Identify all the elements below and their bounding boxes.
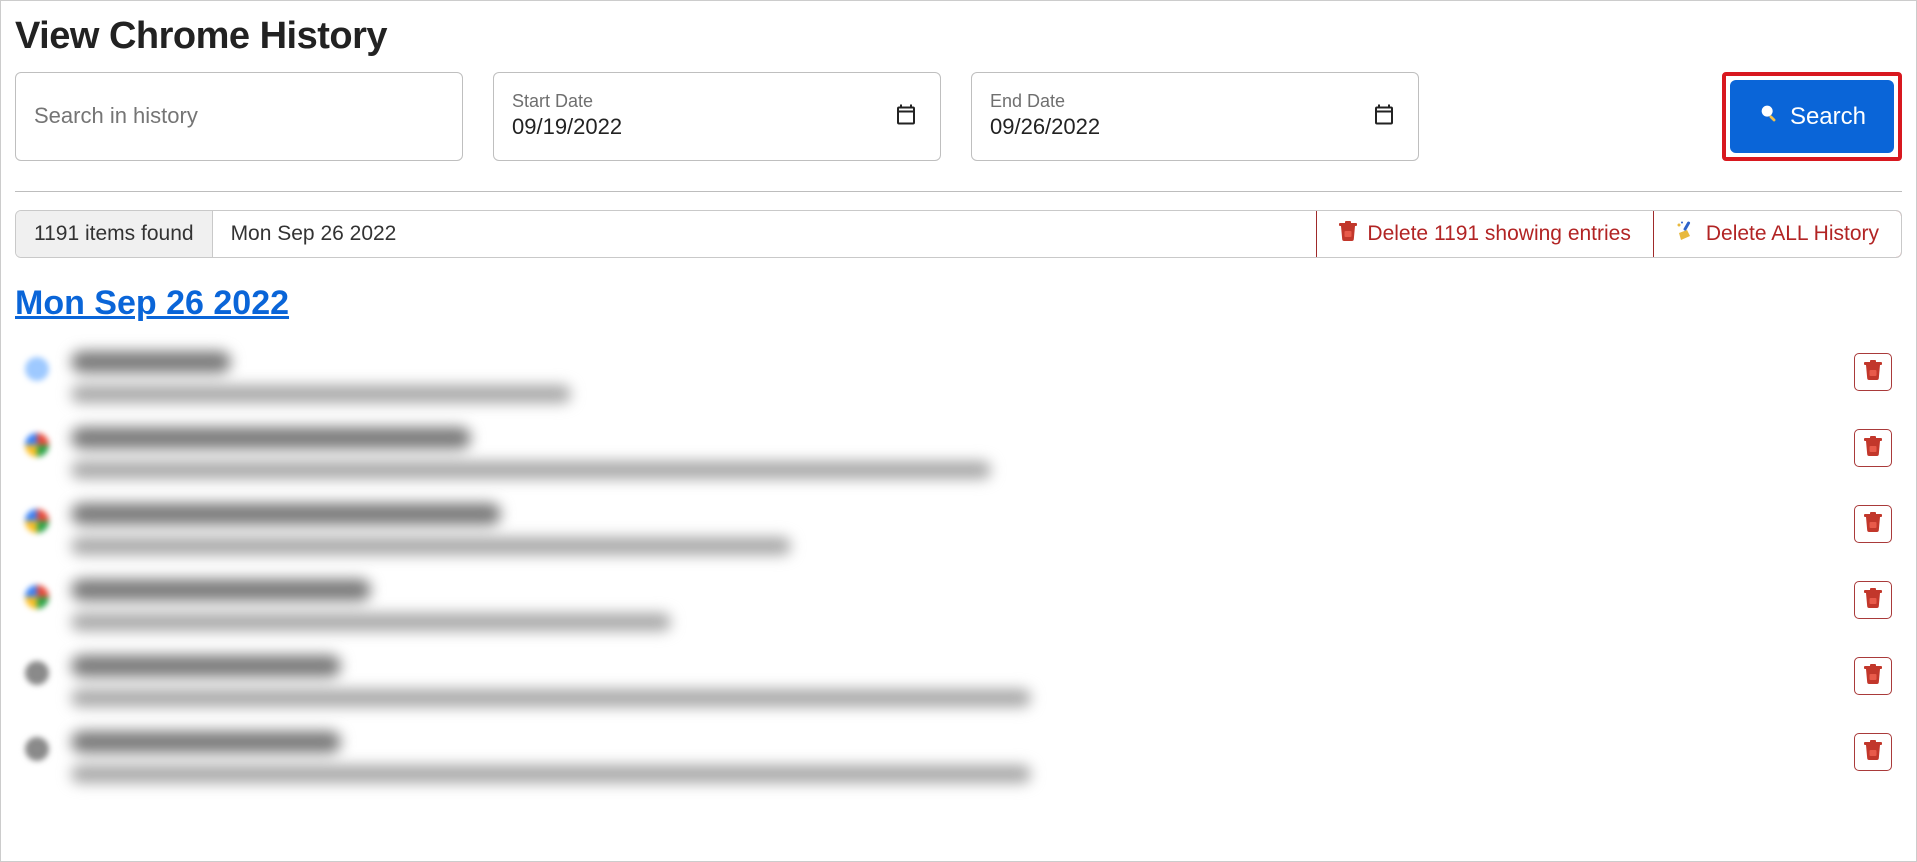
delete-item-button[interactable] [1854,353,1892,391]
favicon [25,661,49,685]
history-item-title [71,503,501,525]
end-date-value: 09/26/2022 [990,114,1400,140]
delete-item-button[interactable] [1854,657,1892,695]
trash-icon [1864,360,1882,385]
history-item[interactable] [15,721,1902,797]
history-item-text [71,731,1898,783]
history-item[interactable] [15,569,1902,645]
page-title: View Chrome History [15,15,1902,58]
history-item-title [71,655,341,677]
search-button-highlight: Search [1722,72,1902,161]
broom-icon [1676,221,1696,247]
divider [15,191,1902,192]
search-input-box[interactable] [15,72,463,161]
current-date-text: Mon Sep 26 2022 [213,211,1317,257]
delete-all-label: Delete ALL History [1706,222,1879,246]
info-bar: 1191 items found Mon Sep 26 2022 Delete … [15,210,1902,258]
start-date-field[interactable]: Start Date 09/19/2022 [493,72,941,161]
delete-all-button[interactable]: Delete ALL History [1653,210,1902,258]
favicon [25,737,49,761]
history-item[interactable] [15,493,1902,569]
history-item-title [71,427,471,449]
items-found-badge: 1191 items found [16,211,213,257]
delete-item-button[interactable] [1854,733,1892,771]
search-button[interactable]: Search [1730,80,1894,153]
search-button-label: Search [1790,103,1866,131]
trash-icon [1864,436,1882,461]
trash-icon [1864,588,1882,613]
favicon [25,433,49,457]
history-item-subtitle [71,689,1031,707]
favicon [25,585,49,609]
delete-showing-button[interactable]: Delete 1191 showing entries [1316,210,1652,258]
history-scroll-area[interactable]: Mon Sep 26 2022 [15,278,1902,834]
history-item-subtitle [71,765,1031,783]
magnifier-icon [1758,102,1780,131]
calendar-icon[interactable] [894,102,918,131]
history-item-text [71,351,1898,403]
history-item-text [71,427,1898,479]
delete-item-button[interactable] [1854,505,1892,543]
favicon [25,357,49,381]
start-date-value: 09/19/2022 [512,114,922,140]
history-item-subtitle [71,385,571,403]
end-date-label: End Date [990,91,1400,112]
favicon [25,509,49,533]
history-item-subtitle [71,537,791,555]
delete-showing-label: Delete 1191 showing entries [1367,222,1630,246]
history-item-text [71,503,1898,555]
trash-icon [1864,512,1882,537]
delete-item-button[interactable] [1854,429,1892,467]
search-input[interactable] [34,103,444,129]
history-item-text [71,655,1898,707]
search-row: Start Date 09/19/2022 End Date 09/26/202… [15,72,1902,161]
history-item[interactable] [15,417,1902,493]
history-item[interactable] [15,645,1902,721]
history-item-subtitle [71,613,671,631]
calendar-icon[interactable] [1372,102,1396,131]
history-item[interactable] [15,341,1902,417]
history-item-title [71,731,341,753]
end-date-field[interactable]: End Date 09/26/2022 [971,72,1419,161]
trash-icon [1864,664,1882,689]
delete-item-button[interactable] [1854,581,1892,619]
info-actions: Delete 1191 showing entries Delete ALL H… [1316,211,1901,257]
history-list [15,341,1902,797]
trash-icon [1339,221,1357,247]
history-item-title [71,351,231,373]
trash-icon [1864,740,1882,765]
history-item-subtitle [71,461,991,479]
start-date-label: Start Date [512,91,922,112]
history-item-title [71,579,371,601]
date-group-heading[interactable]: Mon Sep 26 2022 [15,284,289,323]
history-item-text [71,579,1898,631]
